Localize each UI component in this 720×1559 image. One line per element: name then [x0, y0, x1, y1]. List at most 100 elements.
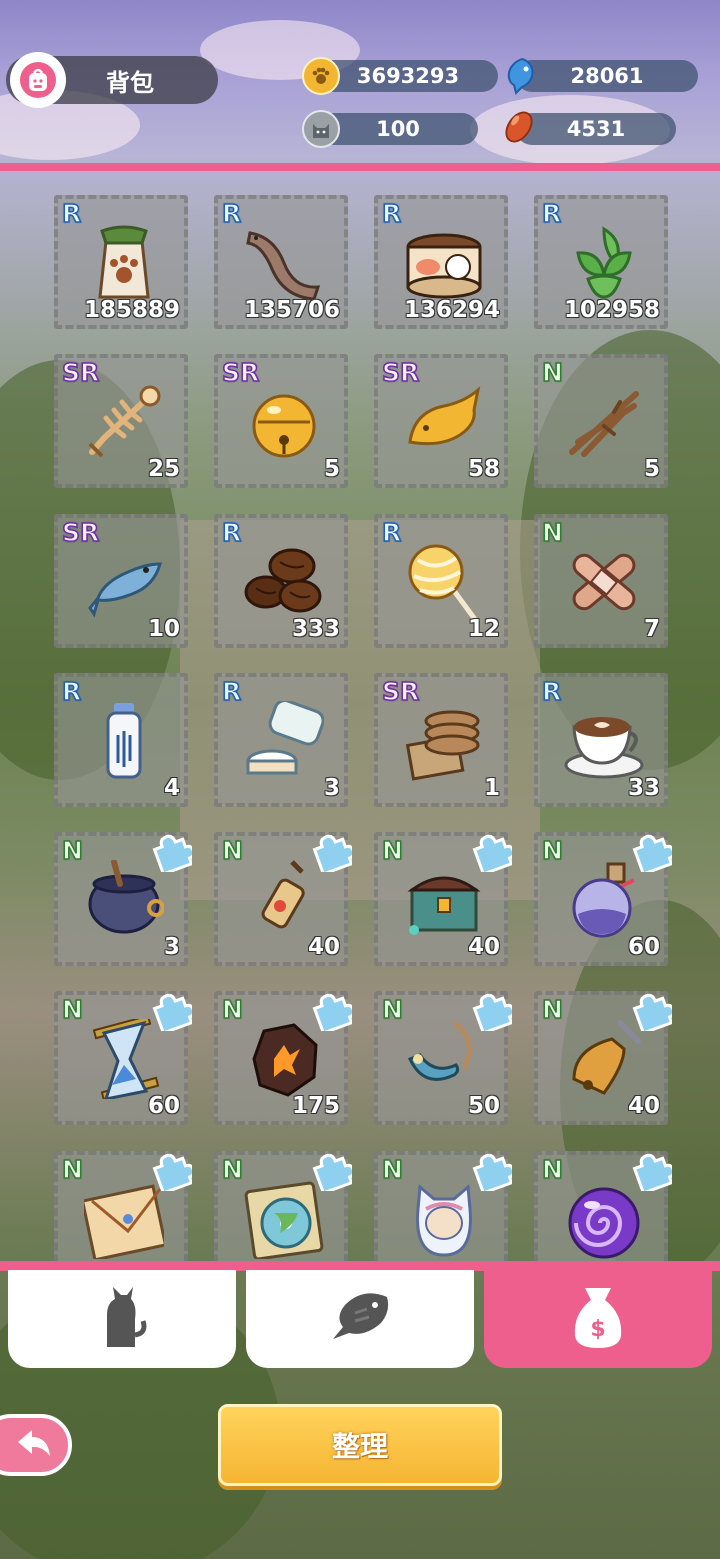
puzzle-piece-icon	[150, 830, 196, 876]
item-count: 7	[643, 616, 660, 642]
page-title: 背包	[106, 69, 154, 97]
inventory-slot[interactable]: N	[374, 1151, 516, 1261]
inventory-slot[interactable]: N	[214, 1151, 356, 1261]
item-count: 175	[291, 1093, 340, 1119]
rarity-badge: N	[541, 994, 563, 1025]
item-count: 3	[323, 775, 340, 801]
inventory-slot[interactable]: N5	[534, 354, 668, 488]
puzzle-piece-icon	[470, 1149, 516, 1195]
rarity-badge: R	[221, 198, 242, 229]
inventory-slot[interactable]: SR 10	[54, 514, 188, 648]
item-count: 12	[467, 616, 500, 642]
rarity-badge: R	[61, 198, 82, 229]
currency-paw-coin: 3693293	[318, 60, 498, 92]
tab-fish[interactable]	[246, 1270, 474, 1368]
latte-cup-icon	[564, 701, 644, 781]
inventory-slot[interactable]: N7	[534, 514, 668, 648]
item-count: 40	[627, 1093, 660, 1119]
inventory-slot[interactable]: N	[534, 1151, 676, 1261]
item-count: 3	[163, 934, 180, 960]
rarity-badge: N	[541, 835, 563, 866]
blue-fish-icon	[84, 542, 164, 622]
header-divider	[0, 163, 720, 171]
svg-text:$: $	[590, 1317, 605, 1342]
paw-sack-icon	[84, 223, 164, 303]
rarity-badge: N	[61, 994, 83, 1025]
rarity-badge: R	[221, 517, 242, 548]
cat-head-icon	[302, 110, 340, 148]
item-count: 40	[307, 934, 340, 960]
inventory-slot[interactable]: N 40	[534, 991, 676, 1125]
item-count: 58	[467, 456, 500, 482]
sort-button[interactable]: 整理	[218, 1404, 502, 1486]
lollipop-icon	[404, 542, 484, 622]
puzzle-piece-icon	[150, 989, 196, 1035]
rarity-badge: SR	[61, 517, 100, 548]
puzzle-piece-icon	[310, 830, 356, 876]
rarity-badge: N	[541, 1154, 563, 1185]
rarity-badge: R	[221, 676, 242, 707]
rarity-badge: SR	[381, 357, 420, 388]
inventory-slot[interactable]: N 175	[214, 991, 356, 1125]
inventory-slot[interactable]: R 33	[534, 673, 668, 807]
sort-button-label: 整理	[331, 1430, 388, 1463]
inventory-slot[interactable]: N 40	[374, 832, 516, 966]
golden-fish-icon	[404, 382, 484, 462]
rarity-badge: N	[381, 994, 403, 1025]
cream-jar-icon	[244, 699, 325, 781]
inventory-slot[interactable]: N 40	[214, 832, 356, 966]
cat-food-can-icon	[404, 223, 484, 303]
inventory-slot[interactable]: R 12	[374, 514, 508, 648]
item-count: 185889	[83, 297, 180, 323]
inventory-slot[interactable]: R3	[214, 673, 348, 807]
rarity-badge: SR	[381, 676, 420, 707]
inventory-slot[interactable]: N 60	[54, 991, 196, 1125]
rarity-badge: R	[541, 676, 562, 707]
item-count: 25	[147, 456, 180, 482]
rarity-badge: N	[381, 1154, 403, 1185]
inventory-slot[interactable]: SR 5	[214, 354, 348, 488]
inventory-slot[interactable]: SR 1	[374, 673, 508, 807]
tab-cats[interactable]	[8, 1270, 236, 1368]
inventory-slot[interactable]: N 60	[534, 832, 676, 966]
item-count: 333	[291, 616, 340, 642]
twigs-icon	[564, 382, 644, 462]
currency-cat-token: 100	[318, 113, 478, 145]
item-count: 60	[627, 934, 660, 960]
golden-bell-icon	[244, 382, 324, 462]
backpack-icon[interactable]	[10, 52, 66, 108]
inventory-slot[interactable]: R 185889	[54, 195, 188, 329]
rarity-badge: N	[221, 994, 243, 1025]
inventory-slot[interactable]: SR 25	[54, 354, 188, 488]
inventory-slot[interactable]: N 50	[374, 991, 516, 1125]
money-bag-icon: $	[571, 1284, 625, 1354]
inventory-slot[interactable]: R 102958	[534, 195, 668, 329]
puzzle-piece-icon	[630, 830, 676, 876]
puzzle-piece-icon	[630, 1149, 676, 1195]
top-bar: 背包 3693293 28061 100 4531	[0, 0, 720, 171]
rarity-badge: N	[541, 357, 563, 388]
blue-fish-icon	[502, 56, 540, 95]
tab-bag[interactable]: $	[484, 1270, 712, 1368]
inventory-slot[interactable]: R 136294	[374, 195, 508, 329]
back-button[interactable]	[0, 1414, 72, 1476]
inventory-slot[interactable]: SR 58	[374, 354, 508, 488]
puzzle-piece-icon	[630, 989, 676, 1035]
currency-value: 3693293	[356, 64, 460, 88]
item-count: 4	[163, 775, 180, 801]
currency-value: 28061	[570, 64, 644, 88]
item-count: 33	[627, 775, 660, 801]
puzzle-piece-icon	[310, 1149, 356, 1195]
item-count: 136294	[403, 297, 500, 323]
puzzle-piece-icon	[470, 830, 516, 876]
inventory-slot[interactable]: R 333	[214, 514, 348, 648]
inventory-slot[interactable]: R4	[54, 673, 188, 807]
puzzle-piece-icon	[310, 989, 356, 1035]
inventory-slot[interactable]: R 135706	[214, 195, 348, 329]
rarity-badge: R	[381, 198, 402, 229]
rarity-badge: N	[61, 1154, 83, 1185]
fish-bone-icon	[84, 382, 164, 462]
inventory-slot[interactable]: N3	[54, 832, 196, 966]
inventory-slot[interactable]: N	[54, 1151, 196, 1261]
item-count: 60	[147, 1093, 180, 1119]
